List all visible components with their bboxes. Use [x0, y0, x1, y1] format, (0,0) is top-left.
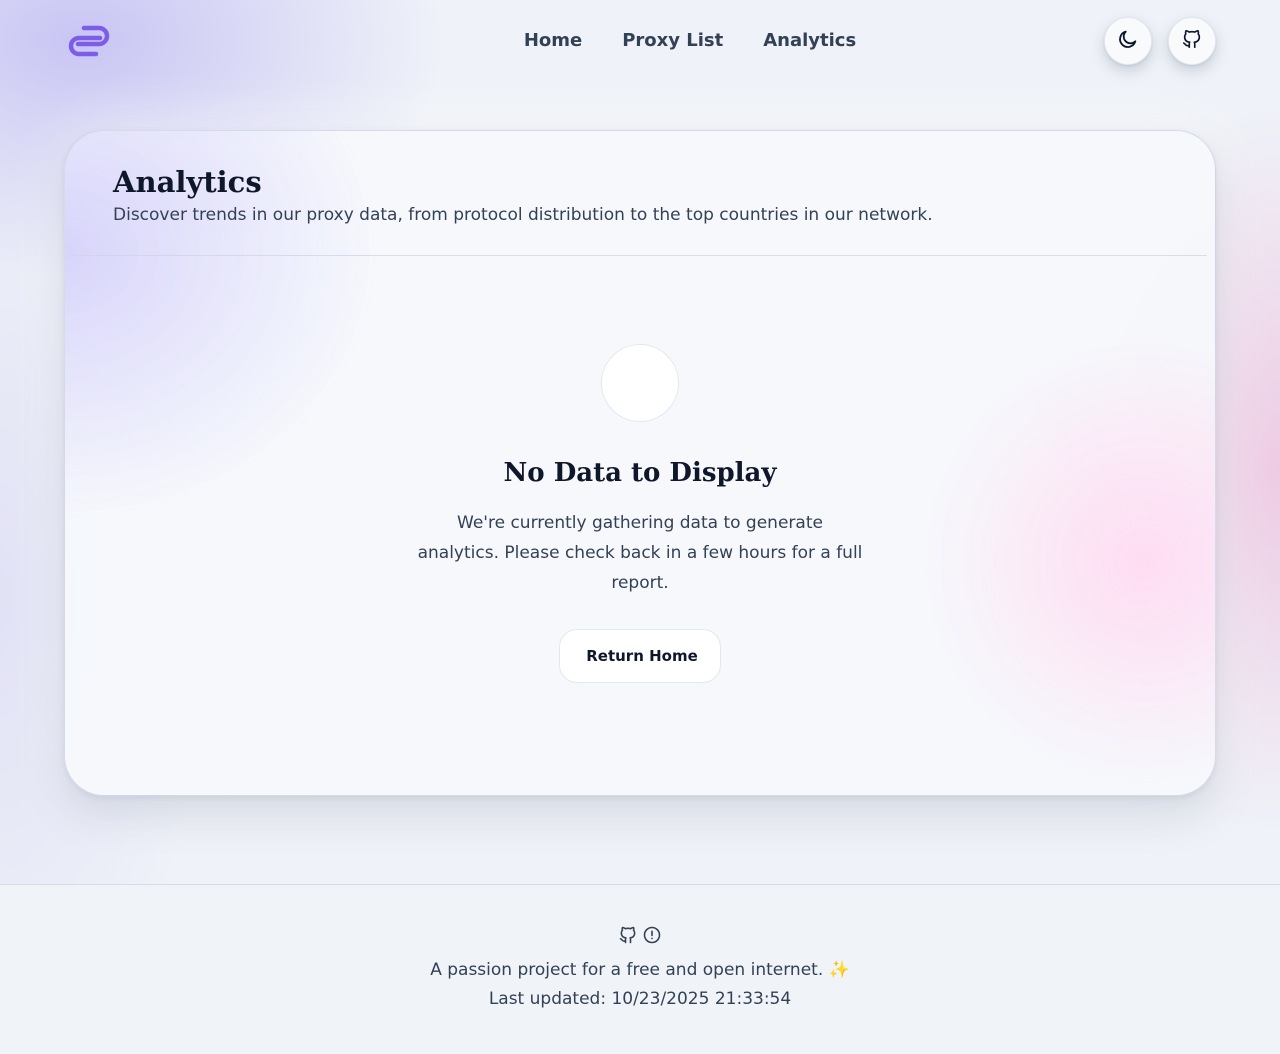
empty-state-message: We're currently gathering data to genera… — [417, 513, 863, 593]
theme-toggle-button[interactable] — [1104, 17, 1152, 65]
last-updated: Last updated: 10/23/2025 21:33:54 — [488, 989, 792, 1009]
empty-state-icon — [601, 344, 679, 422]
github-icon — [1181, 28, 1203, 54]
nav-link-proxy-list[interactable]: Proxy List — [622, 29, 723, 53]
return-home-button[interactable]: Return Home — [559, 629, 721, 683]
github-icon[interactable] — [618, 925, 638, 945]
footer-tagline: A passion project for a free and open in… — [430, 960, 850, 980]
footer-icons — [0, 925, 1280, 945]
nav-link-analytics[interactable]: Analytics — [763, 29, 856, 53]
page-subtitle: Discover trends in our proxy data, from … — [113, 205, 933, 225]
top-header: Home Proxy List Analytics — [0, 0, 1280, 82]
empty-state-title: No Data to Display — [503, 458, 777, 488]
analytics-card: Analytics Discover trends in our proxy d… — [64, 130, 1216, 796]
alert-circle-icon[interactable] — [642, 925, 662, 945]
nav-link-home[interactable]: Home — [524, 29, 582, 53]
moon-icon — [1117, 28, 1139, 54]
footer: A passion project for a free and open in… — [0, 884, 1280, 1054]
page-title: Analytics — [113, 165, 262, 199]
main-nav: Home Proxy List Analytics — [0, 29, 1280, 53]
github-button[interactable] — [1168, 17, 1216, 65]
divider — [73, 255, 1207, 256]
